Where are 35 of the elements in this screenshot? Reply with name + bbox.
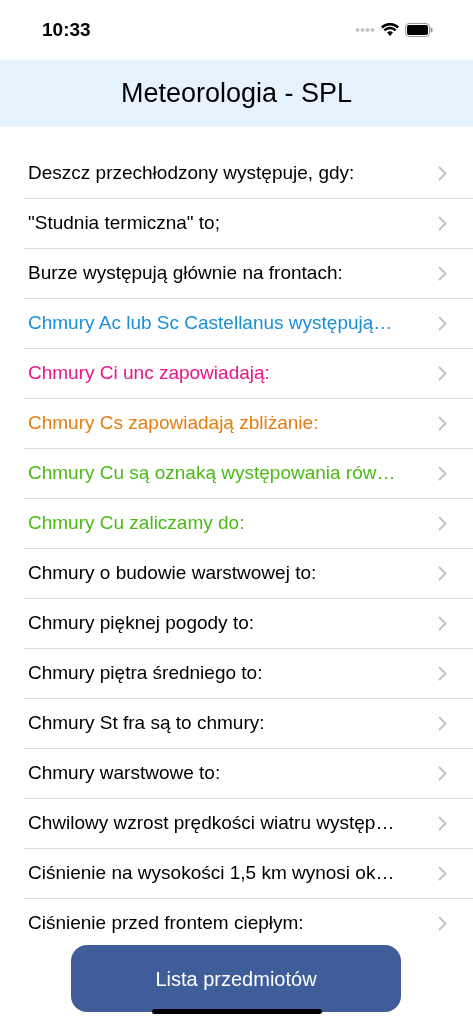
- chevron-icon: [438, 616, 447, 631]
- chevron-icon: [438, 566, 447, 581]
- battery-icon: [405, 23, 433, 37]
- question-row[interactable]: Chmury piętra średniego to:: [28, 659, 438, 688]
- question-row[interactable]: Chmury St fra są to chmury:: [28, 709, 438, 738]
- chevron-icon: [438, 266, 447, 281]
- question-row[interactable]: "Studnia termiczna" to;: [28, 209, 438, 238]
- question-row[interactable]: Ciśnienie na wysokości 1,5 km wynosi ok…: [28, 859, 438, 888]
- status-time: 10:33: [42, 17, 91, 42]
- question-row[interactable]: Chmury o budowie warstwowej to:: [28, 559, 438, 588]
- question-row[interactable]: Chmury warstwowe to:: [28, 759, 438, 788]
- wifi-icon: [381, 23, 399, 37]
- chevron-icon: [438, 166, 447, 181]
- chevron-icon: [438, 816, 447, 831]
- chevron-icon: [438, 216, 447, 231]
- question-row[interactable]: Chmury Ac lub Sc Castellanus występują…: [28, 309, 438, 338]
- chevron-icon: [438, 766, 447, 781]
- question-row[interactable]: Ciśnienie przed frontem ciepłym:: [28, 909, 438, 938]
- question-row[interactable]: Chmury Ci unc zapowiadają:: [28, 359, 438, 388]
- chevron-icon: [438, 366, 447, 381]
- signal-icon: [355, 27, 375, 33]
- chevron-icon: [438, 316, 447, 331]
- chevron-icon: [438, 916, 447, 931]
- question-row[interactable]: Burze występują głównie na frontach:: [28, 259, 438, 288]
- chevron-icon: [438, 716, 447, 731]
- chevron-icon: [438, 466, 447, 481]
- question-row[interactable]: Chmury pięknej pogody to:: [28, 609, 438, 638]
- subjects-list-button[interactable]: Lista przedmiotów: [71, 945, 401, 1012]
- chevron-icon: [438, 866, 447, 881]
- chevron-icon: [438, 416, 447, 431]
- question-row[interactable]: Chwilowy wzrost prędkości wiatru występ…: [28, 809, 438, 838]
- chevron-icon: [438, 666, 447, 681]
- screen-title: Meteorologia - SPL: [120, 77, 353, 111]
- chevron-icon: [438, 516, 447, 531]
- question-row[interactable]: Deszcz przechłodzony występuje, gdy:: [28, 159, 438, 188]
